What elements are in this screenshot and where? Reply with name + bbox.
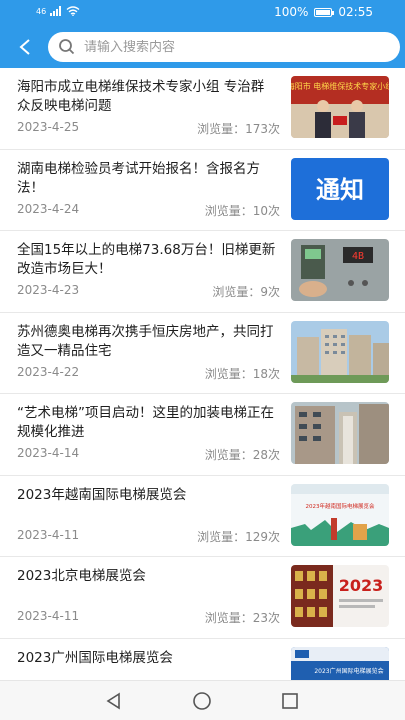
news-views: 浏览量：23次 [204,611,280,625]
thumb-caption: 2023年越南国际电梯展览会 [306,502,375,510]
battery-level: 100% [274,5,309,19]
news-date: 2023-4-14 [17,446,80,460]
back-arrow-icon [19,39,30,55]
elevator-panel-thumbnail: 4B [291,239,389,301]
news-item[interactable]: 2023北京电梯展览会 2023-4-11 浏览量：23次 2023 [0,557,405,639]
news-views: 浏览量：28次 [204,448,280,462]
news-title: 2023年越南国际电梯展览会 [17,486,187,503]
network-type: 46 [36,6,47,16]
news-date: 2023-4-11 [17,527,80,542]
thumb-caption: 海阳市 电梯维保技术专家小组 [291,81,389,91]
clock: 02:55 [338,5,373,19]
system-navigation-bar [0,680,405,720]
news-item[interactable]: 湖南电梯检验员考试开始报名！含报名方法！ 2023-4-24 浏览量：10次 通… [0,150,405,231]
news-list: 海阳市成立电梯维保技术专家小组 专治群众反映电梯问题 2023-4-25 浏览量… [0,68,405,680]
search-box[interactable] [48,32,400,62]
news-views: 浏览量：10次 [204,203,280,218]
status-right: 100% 02:55 [274,5,373,19]
nav-recents-button[interactable] [280,691,300,711]
news-views: 浏览量：18次 [204,366,280,381]
news-date: 2023-4-22 [17,364,80,379]
top-bar [0,26,405,68]
news-item[interactable]: “艺术电梯”项目启动！这里的加装电梯正在规模化推进 2023-4-14 浏览量：… [0,394,405,476]
expo-poster-thumbnail: 2023年越南国际电梯展览会 [291,483,389,546]
thumb-caption: 2023广州国际电梯展览会 [314,667,383,675]
status-bar: 46 100% 02:55 [0,0,405,26]
news-item[interactable]: 全国15年以上的电梯73.68万台！旧梯更新改造市场巨大！ 2023-4-23 … [0,231,405,313]
square-recents-icon [282,693,298,709]
news-item[interactable]: 海阳市成立电梯维保技术专家小组 专治群众反映电梯问题 2023-4-25 浏览量… [0,68,405,150]
news-views: 浏览量：173次 [197,122,280,136]
news-date: 2023-4-25 [17,120,80,134]
expo-poster-thumbnail: 2023广州国际电梯展览会 [291,646,389,680]
news-item[interactable]: 2023广州国际电梯展览会 浏览量： 2023广州国际电梯展览会 [0,639,405,680]
expo-poster-thumbnail: 2023 [291,565,389,627]
news-title: 湖南电梯检验员考试开始报名！含报名方法！ [17,160,260,196]
news-date: 2023-4-23 [17,283,80,297]
status-left: 46 [36,6,80,16]
news-views: 浏览量：9次 [212,285,280,299]
news-title: 2023北京电梯展览会 [17,568,146,584]
news-title: “艺术电梯”项目启动！这里的加装电梯正在规模化推进 [17,405,274,440]
search-input[interactable] [84,39,364,55]
news-title: 苏州德奥电梯再次携手恒庆房地产，共同打造又一精品住宅 [17,323,274,359]
thumb-caption: 2023 [339,576,384,595]
search-icon [59,39,75,55]
back-button[interactable] [12,34,38,60]
notice-banner-thumbnail: 通知 [291,157,389,220]
news-title: 2023广州国际电梯展览会 [17,649,173,666]
news-title: 全国15年以上的电梯73.68万台！旧梯更新改造市场巨大！ [17,242,276,277]
triangle-back-icon [106,692,120,710]
news-item[interactable]: 2023年越南国际电梯展览会 2023-4-11 浏览量：129次 2023年越… [0,476,405,557]
thumb-caption: 通知 [316,176,364,204]
news-item[interactable]: 苏州德奥电梯再次携手恒庆房地产，共同打造又一精品住宅 2023-4-22 浏览量… [0,313,405,394]
news-date: 2023-4-11 [17,609,80,623]
ceremony-photo-thumbnail: 海阳市 电梯维保技术专家小组 [291,76,389,138]
news-title: 海阳市成立电梯维保技术专家小组 专治群众反映电梯问题 [17,79,265,114]
signal-icon [50,6,62,16]
nav-back-button[interactable] [104,691,124,711]
circle-home-icon [193,692,211,710]
building-photo-thumbnail [291,320,389,383]
nav-home-button[interactable] [192,691,212,711]
residential-photo-thumbnail [291,402,389,464]
news-date: 2023-4-24 [17,201,80,216]
battery-icon [314,7,335,17]
thumb-caption: 4B [352,251,364,262]
news-views: 浏览量：129次 [197,529,280,544]
wifi-icon [66,6,80,16]
